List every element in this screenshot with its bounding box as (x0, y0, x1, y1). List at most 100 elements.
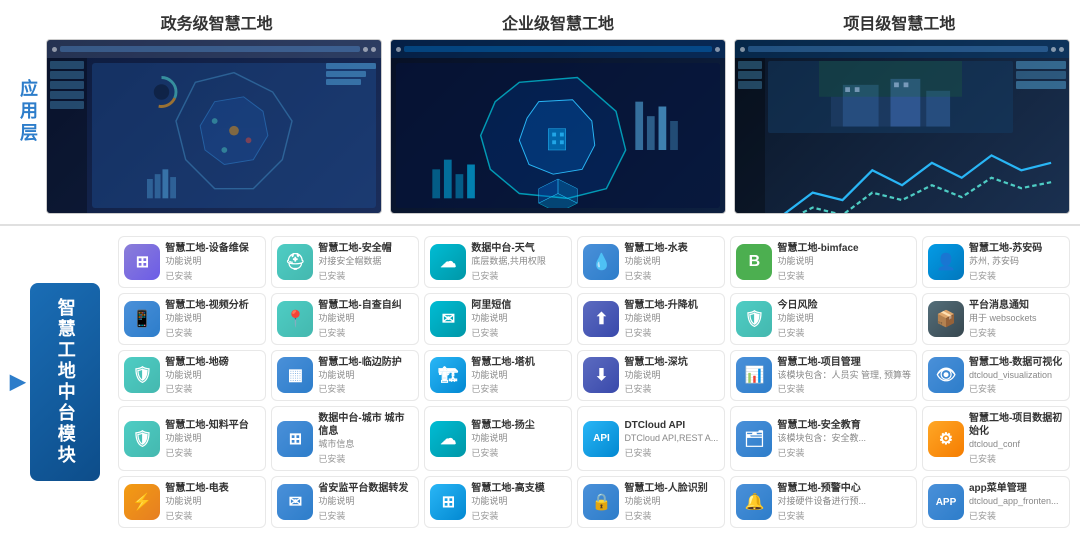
module-card-m10[interactable]: ⬆智慧工地-升降机功能说明已安装 (577, 293, 725, 345)
module-card-m29[interactable]: 🔔智慧工地-预警中心对接硬件设备进行预...已安装 (730, 476, 917, 528)
gov-stats (326, 63, 376, 85)
module-desc-m25: 功能说明 (165, 496, 260, 507)
module-card-m7[interactable]: 📱智慧工地-视频分析功能说明已安装 (118, 293, 266, 345)
module-name-m30: app菜单管理 (969, 482, 1064, 495)
module-icon-m7: 📱 (124, 301, 160, 337)
module-name-m9: 阿里短信 (471, 299, 566, 312)
module-card-m19[interactable]: 🛡智慧工地-知料平台功能说明已安装 (118, 406, 266, 471)
module-card-m6[interactable]: 👤智慧工地-苏安码苏州, 苏安码已安装 (922, 236, 1070, 288)
gov-main (87, 58, 381, 213)
module-info-m5: 智慧工地-bimface功能说明已安装 (777, 242, 911, 282)
module-info-m6: 智慧工地-苏安码苏州, 苏安码已安装 (969, 242, 1064, 282)
module-name-m21: 智慧工地-扬尘 (471, 419, 566, 432)
module-card-m2[interactable]: ⛑智慧工地-安全帽对接安全帽数据已安装 (271, 236, 419, 288)
module-info-m13: 智慧工地-地磅功能说明已安装 (165, 356, 260, 396)
module-icon-m10: ⬆ (583, 301, 619, 337)
module-desc-m8: 功能说明 (318, 313, 413, 324)
module-card-m4[interactable]: 💧智慧工地-水表功能说明已安装 (577, 236, 725, 288)
module-card-m1[interactable]: ⊞智慧工地-设备维保功能说明已安装 (118, 236, 266, 288)
s2 (50, 71, 84, 79)
dot2 (363, 47, 368, 52)
module-card-m20[interactable]: ⊞数据中台-城市 城市信息城市信息已安装 (271, 406, 419, 471)
label-text: 智慧工地中台模块 (51, 298, 80, 466)
module-card-m12[interactable]: 📦平台消息通知用于 websockets已安装 (922, 293, 1070, 345)
module-icon-m2: ⛑ (277, 244, 313, 280)
module-name-m2: 智慧工地-安全帽 (318, 242, 413, 255)
module-info-m1: 智慧工地-设备维保功能说明已安装 (165, 242, 260, 282)
module-info-m14: 智慧工地-临边防护功能说明已安装 (318, 356, 413, 396)
gov-title: 政务级智慧工地 (46, 10, 387, 34)
module-icon-m21: ☁ (430, 421, 466, 457)
module-card-m5[interactable]: B智慧工地-bimface功能说明已安装 (730, 236, 917, 288)
module-card-m30[interactable]: APPapp菜单管理dtcloud_app_fronten...已安装 (922, 476, 1070, 528)
module-card-m15[interactable]: 🏗智慧工地-塔机功能说明已安装 (424, 350, 572, 402)
module-card-m25[interactable]: ⚡智慧工地-电表功能说明已安装 (118, 476, 266, 528)
module-card-m11[interactable]: 🛡今日风险功能说明已安装 (730, 293, 917, 345)
module-status-m12: 已安装 (969, 326, 1064, 339)
module-card-m17[interactable]: 📊智慧工地-项目管理该模块包含：人员实 管理, 预算等已安装 (730, 350, 917, 402)
module-card-m26[interactable]: ✉省安监平台数据转发功能说明已安装 (271, 476, 419, 528)
module-icon-m14: ▦ (277, 357, 313, 393)
module-card-m14[interactable]: ▦智慧工地-临边防护功能说明已安装 (271, 350, 419, 402)
module-icon-m28: 🔒 (583, 484, 619, 520)
module-name-m20: 数据中台-城市 城市信息 (318, 412, 413, 438)
module-icon-m4: 💧 (583, 244, 619, 280)
module-icon-m18: 👁 (928, 357, 964, 393)
module-icon-m1: ⊞ (124, 244, 160, 280)
module-icon-m5: B (736, 244, 772, 280)
module-info-m3: 数据中台-天气底层数据,共用权限已安装 (471, 242, 566, 282)
module-info-m30: app菜单管理dtcloud_app_fronten...已安装 (969, 482, 1064, 522)
module-icon-m22: API (583, 421, 619, 457)
module-name-m14: 智慧工地-临边防护 (318, 356, 413, 369)
project-title: 项目级智慧工地 (729, 10, 1070, 34)
module-card-m24[interactable]: ⚙智慧工地-项目数据初始化dtcloud_conf已安装 (922, 406, 1070, 471)
module-card-m23[interactable]: 🗂智慧工地-安全教育该模块包含：安全教...已安装 (730, 406, 917, 471)
module-icon-m11: 🛡 (736, 301, 772, 337)
module-card-m16[interactable]: ⬇智慧工地-深坑功能说明已安装 (577, 350, 725, 402)
module-card-m9[interactable]: ✉阿里短信功能说明已安装 (424, 293, 572, 345)
proj-header (735, 40, 1069, 58)
project-inner (735, 40, 1069, 213)
module-icon-m8: 📍 (277, 301, 313, 337)
module-card-m28[interactable]: 🔒智慧工地-人脸识别功能说明已安装 (577, 476, 725, 528)
module-card-m27[interactable]: ⊞智慧工地-高支模功能说明已安装 (424, 476, 572, 528)
module-info-m2: 智慧工地-安全帽对接安全帽数据已安装 (318, 242, 413, 282)
module-card-m13[interactable]: 🛡智慧工地-地磅功能说明已安装 (118, 350, 266, 402)
module-info-m27: 智慧工地-高支模功能说明已安装 (471, 482, 566, 522)
module-desc-m13: 功能说明 (165, 370, 260, 381)
module-info-m16: 智慧工地-深坑功能说明已安装 (624, 356, 719, 396)
module-card-m21[interactable]: ☁智慧工地-扬尘功能说明已安装 (424, 406, 572, 471)
module-name-m12: 平台消息通知 (969, 299, 1064, 312)
module-icon-m25: ⚡ (124, 484, 160, 520)
module-status-m5: 已安装 (777, 269, 911, 282)
proj-bottom (765, 136, 1069, 214)
module-status-m14: 已安装 (318, 382, 413, 395)
module-card-m18[interactable]: 👁智慧工地-数据可视化dtcloud_visualization已安装 (922, 350, 1070, 402)
module-desc-m12: 用于 websockets (969, 313, 1064, 324)
bottom-section: ▶ 智慧工地中台模块 ⊞智慧工地-设备维保功能说明已安装⛑智慧工地-安全帽对接安… (0, 236, 1080, 538)
proj-title-bar (748, 46, 1048, 52)
module-info-m18: 智慧工地-数据可视化dtcloud_visualization已安装 (969, 356, 1064, 396)
module-icon-m29: 🔔 (736, 484, 772, 520)
module-card-m3[interactable]: ☁数据中台-天气底层数据,共用权限已安装 (424, 236, 572, 288)
module-info-m7: 智慧工地-视频分析功能说明已安装 (165, 299, 260, 339)
module-icon-m13: 🛡 (124, 357, 160, 393)
module-desc-m6: 苏州, 苏安码 (969, 256, 1064, 267)
module-status-m19: 已安装 (165, 446, 260, 459)
module-info-m12: 平台消息通知用于 websockets 已安装 (969, 299, 1064, 339)
module-icon-m17: 📊 (736, 357, 772, 393)
module-icon-m19: 🛡 (124, 421, 160, 457)
module-desc-m14: 功能说明 (318, 370, 413, 381)
module-status-m2: 已安装 (318, 269, 413, 282)
module-card-m22[interactable]: APIDTCloud APIDTCloud API,REST A...已安装 (577, 406, 725, 471)
module-info-m15: 智慧工地-塔机功能说明已安装 (471, 356, 566, 396)
module-status-m6: 已安装 (969, 269, 1064, 282)
e-dot1 (396, 47, 401, 52)
module-card-m8[interactable]: 📍智慧工地-自查自纠功能说明已安装 (271, 293, 419, 345)
module-name-m1: 智慧工地-设备维保 (165, 242, 260, 255)
module-info-m22: DTCloud APIDTCloud API,REST A...已安装 (624, 419, 719, 459)
module-desc-m11: 功能说明 (777, 313, 911, 324)
enterprise-inner (391, 40, 725, 213)
module-status-m7: 已安装 (165, 326, 260, 339)
module-name-m22: DTCloud API (624, 419, 719, 432)
